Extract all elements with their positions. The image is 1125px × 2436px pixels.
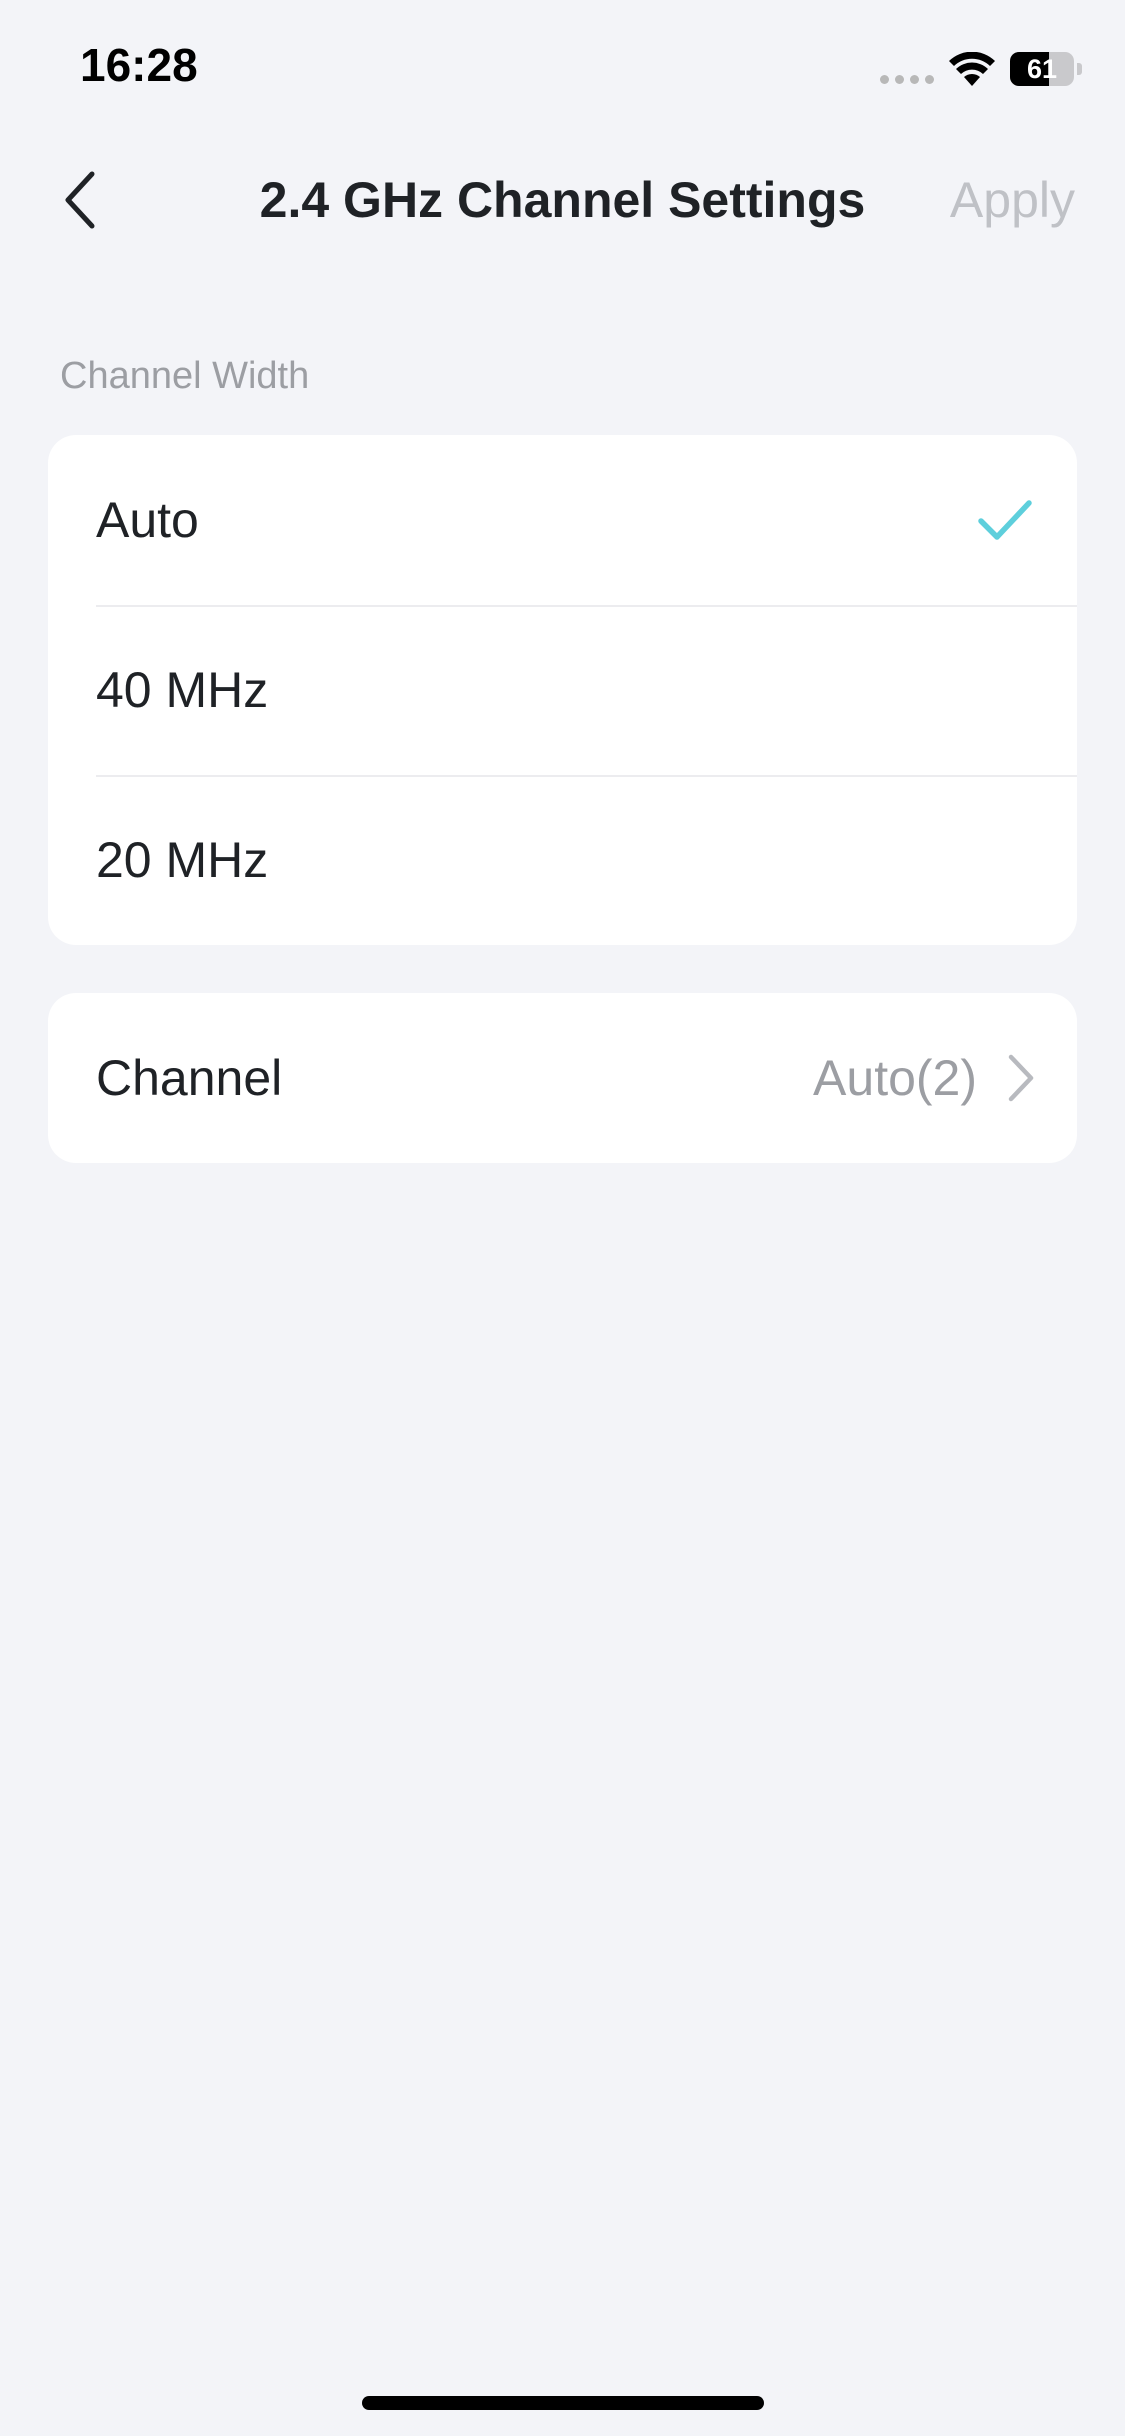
home-indicator[interactable] — [362, 2396, 764, 2410]
status-time: 16:28 — [80, 39, 198, 91]
option-40-mhz[interactable]: 40 MHz — [48, 605, 1077, 775]
channel-label: Channel — [96, 1050, 283, 1106]
option-label: 40 MHz — [96, 662, 269, 718]
checkmark-icon — [978, 500, 1032, 540]
wifi-icon — [949, 52, 995, 86]
section-header-channel-width: Channel Width — [60, 355, 310, 397]
option-label: Auto — [96, 492, 199, 548]
option-auto[interactable]: Auto — [48, 435, 1077, 605]
chevron-right-icon — [1008, 1054, 1034, 1102]
back-button[interactable] — [50, 160, 110, 240]
status-bar: 16:28 61 — [0, 0, 1125, 135]
navigation-bar: 2.4 GHz Channel Settings Apply — [0, 135, 1125, 265]
battery-level: 61 — [1026, 54, 1058, 84]
cellular-signal-icon — [880, 75, 934, 84]
option-20-mhz[interactable]: 20 MHz — [48, 775, 1077, 945]
option-label: 20 MHz — [96, 832, 269, 888]
channel-value: Auto(2) — [813, 1050, 977, 1106]
channel-width-options: Auto 40 MHz 20 MHz — [48, 435, 1077, 945]
chevron-left-icon — [65, 171, 95, 229]
channel-row[interactable]: Channel Auto(2) — [48, 993, 1077, 1163]
battery-icon: 61 — [1010, 52, 1082, 88]
apply-button[interactable]: Apply — [950, 135, 1075, 265]
